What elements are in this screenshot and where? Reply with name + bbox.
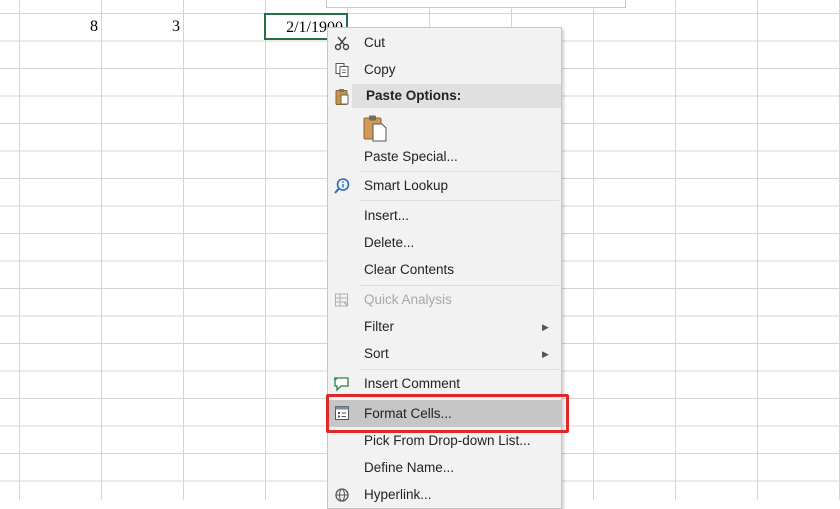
comment-icon	[333, 375, 351, 393]
hyperlink-icon	[333, 486, 351, 504]
menu-separator	[360, 285, 559, 286]
define-name-label: Define Name...	[364, 460, 455, 475]
submenu-arrow-icon: ▶	[542, 322, 549, 332]
smart-lookup-label: Smart Lookup	[364, 178, 449, 193]
quick-analysis-label: Quick Analysis	[364, 292, 452, 307]
copy-label: Copy	[364, 62, 396, 77]
menu-item-filter[interactable]: Filter ▶	[328, 314, 561, 340]
context-menu: Cut Copy Paste Options: Paste Special...…	[327, 27, 562, 509]
menu-item-paste-special[interactable]: Paste Special...	[328, 144, 561, 170]
scissors-icon	[333, 34, 351, 52]
menu-item-insert[interactable]: Insert...	[328, 203, 561, 229]
menu-item-clear-contents[interactable]: Clear Contents	[328, 257, 561, 283]
menu-item-sort[interactable]: Sort ▶	[328, 341, 561, 367]
cell-value-2[interactable]: 3	[101, 14, 183, 40]
insert-label: Insert...	[364, 208, 410, 223]
menu-item-smart-lookup[interactable]: Smart Lookup	[328, 173, 561, 199]
paste-button[interactable]	[362, 114, 390, 142]
menu-item-cut[interactable]: Cut	[328, 30, 561, 56]
sort-label: Sort	[364, 346, 389, 361]
cut-label: Cut	[364, 35, 386, 50]
highlight-annotation-box	[326, 394, 569, 433]
delete-label: Delete...	[364, 235, 415, 250]
clear-contents-label: Clear Contents	[364, 262, 455, 277]
menu-item-quick-analysis: Quick Analysis	[328, 287, 561, 313]
paste-clipboard-icon	[362, 115, 388, 145]
filter-label: Filter	[364, 319, 394, 334]
paste-special-label: Paste Special...	[364, 149, 458, 164]
menu-item-copy[interactable]: Copy	[328, 57, 561, 83]
menu-item-hyperlink[interactable]: Hyperlink...	[328, 482, 561, 508]
smart-lookup-icon	[333, 177, 351, 195]
copy-icon	[333, 61, 351, 79]
menu-separator	[360, 369, 559, 370]
menu-separator	[360, 171, 559, 172]
clipboard-icon	[333, 88, 351, 106]
cell-value-1[interactable]: 8	[19, 14, 101, 40]
submenu-arrow-icon: ▶	[542, 349, 549, 359]
menu-item-delete[interactable]: Delete...	[328, 230, 561, 256]
paste-options-label: Paste Options:	[366, 88, 462, 103]
top-overlay-edge	[326, 0, 626, 8]
menu-separator	[360, 200, 559, 201]
paste-options-header: Paste Options:	[352, 84, 561, 108]
hyperlink-label: Hyperlink...	[364, 487, 432, 502]
quick-analysis-icon	[333, 291, 351, 309]
menu-item-define-name[interactable]: Define Name...	[328, 455, 561, 481]
